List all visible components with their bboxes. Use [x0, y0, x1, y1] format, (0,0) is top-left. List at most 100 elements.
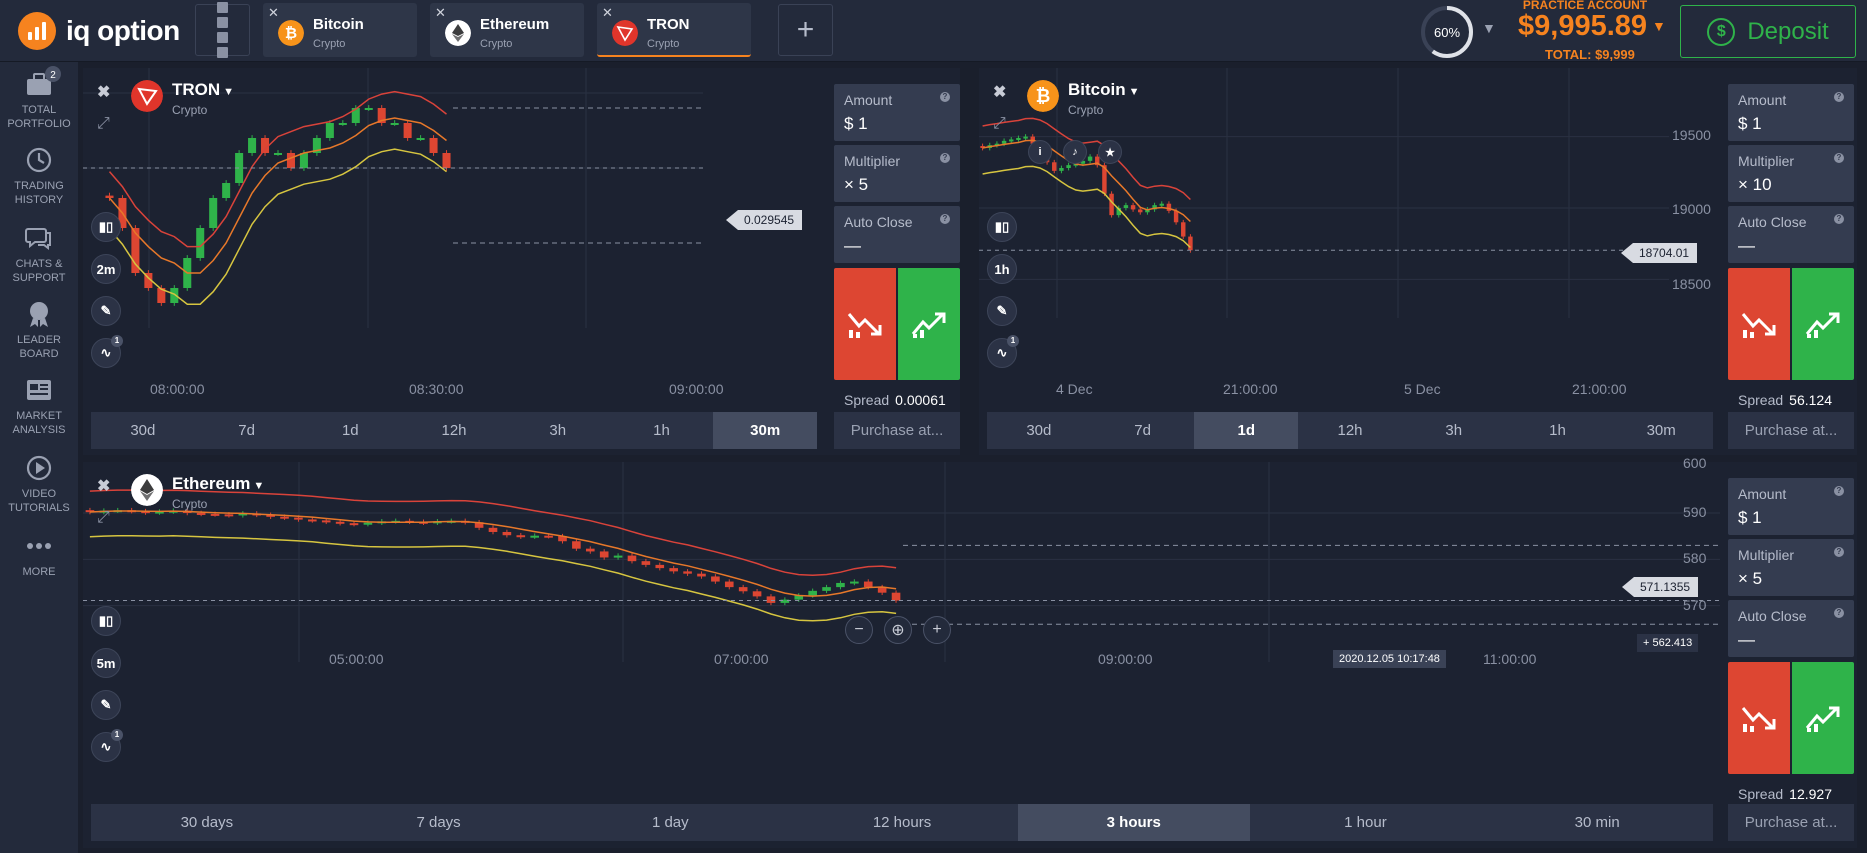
buy-button[interactable] [1792, 268, 1854, 380]
timeframe-7d[interactable]: 7d [195, 412, 299, 449]
indicators-button[interactable]: ∿ 1 [987, 335, 1019, 368]
tab-tron[interactable]: ✕ TRON Crypto [597, 3, 751, 57]
asset-selector[interactable]: Ethereum ▼ Crypto [131, 474, 264, 511]
timeframe-30d[interactable]: 30d [987, 412, 1091, 449]
chevron-down-icon[interactable]: ▼ [1482, 20, 1496, 36]
sell-button[interactable] [834, 268, 896, 380]
sidebar-item-more[interactable]: MORE [0, 532, 78, 579]
zoom-in-button[interactable]: + [923, 616, 951, 644]
recenter-button[interactable]: ⊕ [884, 616, 912, 644]
draw-tool-button[interactable]: ✎ [91, 690, 121, 720]
chart-area[interactable] [979, 68, 1720, 408]
multiplier-field[interactable]: Multiplier × 5 ? [1728, 539, 1854, 596]
timeframe-1h[interactable]: 1h [610, 412, 714, 449]
expand-icon[interactable]: ⤢ [993, 115, 1006, 133]
help-icon[interactable]: ? [1834, 214, 1844, 224]
add-tab-button[interactable]: + [778, 4, 833, 56]
purchase-at-button[interactable]: Purchase at... [1728, 412, 1854, 449]
help-icon[interactable]: ? [1834, 608, 1844, 618]
timeframe-3h[interactable]: 3h [1402, 412, 1506, 449]
draw-tool-button[interactable]: ✎ [987, 296, 1017, 326]
close-icon[interactable]: ✖ [993, 82, 1006, 102]
sidebar-item-market-analysis[interactable]: MARKET ANALYSIS [0, 376, 78, 437]
info-button[interactable]: i [1028, 140, 1052, 164]
chart-area[interactable] [83, 68, 824, 408]
amount-field[interactable]: Amount $ 1 ? [834, 84, 960, 141]
draw-tool-button[interactable]: ✎ [91, 296, 121, 326]
buy-button[interactable] [898, 268, 960, 380]
sidebar-item-portfolio[interactable]: 2 TOTAL PORTFOLIO [0, 66, 78, 131]
timeframe-12h[interactable]: 12h [402, 412, 506, 449]
close-icon[interactable]: ✕ [268, 5, 279, 21]
auto-close-field[interactable]: Auto Close — ? [1728, 206, 1854, 263]
help-icon[interactable]: ? [940, 153, 950, 163]
tab-ethereum[interactable]: ✕ Ethereum Crypto [430, 3, 584, 57]
interval-button[interactable]: 1h [987, 254, 1017, 284]
chart-type-button[interactable]: ▮▯ [91, 212, 121, 242]
candlestick-chart-bitcoin[interactable] [979, 68, 1720, 408]
help-icon[interactable]: ? [940, 92, 950, 102]
timeframe-30d[interactable]: 30d [91, 412, 195, 449]
indicators-button[interactable]: ∿ 1 [91, 335, 123, 368]
timeframe-1-day[interactable]: 1 day [554, 804, 786, 841]
timeframe-30m[interactable]: 30m [713, 412, 818, 449]
help-icon[interactable]: ? [1834, 92, 1844, 102]
sidebar-item-history[interactable]: TRADING HISTORY [0, 146, 78, 207]
help-icon[interactable]: ? [1834, 486, 1844, 496]
close-icon[interactable]: ✖ [97, 476, 110, 496]
purchase-at-button[interactable]: Purchase at... [1728, 804, 1854, 841]
sell-button[interactable] [1728, 662, 1790, 774]
timeframe-1h[interactable]: 1h [1506, 412, 1610, 449]
expand-icon[interactable]: ⤢ [97, 509, 110, 527]
candlestick-chart-tron[interactable] [83, 68, 824, 408]
auto-close-field[interactable]: Auto Close — ? [834, 206, 960, 263]
layout-grid-button[interactable] [195, 2, 250, 58]
asset-selector[interactable]: TRON ▼ Crypto [131, 80, 234, 117]
sidebar-item-chats[interactable]: CHATS & SUPPORT [0, 224, 78, 285]
favorite-button[interactable]: ★ [1098, 140, 1122, 164]
chart-type-button[interactable]: ▮▯ [91, 606, 121, 636]
help-icon[interactable]: ? [940, 214, 950, 224]
tab-bitcoin[interactable]: ✕ ₿ Bitcoin Crypto [263, 3, 417, 57]
close-icon[interactable]: ✕ [602, 5, 613, 21]
amount-field[interactable]: Amount $ 1 ? [1728, 84, 1854, 141]
close-icon[interactable]: ✖ [97, 82, 110, 102]
interval-button[interactable]: 2m [91, 254, 121, 284]
account-balance[interactable]: $9,995.89 [1518, 10, 1647, 43]
multiplier-field[interactable]: Multiplier × 5 ? [834, 145, 960, 202]
asset-selector[interactable]: ₿ Bitcoin ▼ Crypto [1027, 80, 1140, 117]
chevron-down-icon[interactable]: ▼ [1652, 18, 1666, 34]
timeframe-30-min[interactable]: 30 min [1481, 804, 1713, 841]
sidebar-item-leaderboard[interactable]: LEADER BOARD [0, 300, 78, 361]
logo[interactable]: iq option [18, 12, 180, 50]
timeframe-1-hour[interactable]: 1 hour [1250, 804, 1482, 841]
deposit-button[interactable]: $ Deposit [1680, 5, 1856, 58]
zoom-out-button[interactable]: − [845, 616, 873, 644]
timeframe-30-days[interactable]: 30 days [91, 804, 323, 841]
bell-icon: ♪ [1072, 146, 1078, 158]
help-icon[interactable]: ? [1834, 153, 1844, 163]
timeframe-7-days[interactable]: 7 days [323, 804, 555, 841]
timeframe-30m[interactable]: 30m [1609, 412, 1713, 449]
timeframe-1d[interactable]: 1d [298, 412, 402, 449]
multiplier-field[interactable]: Multiplier × 10 ? [1728, 145, 1854, 202]
sidebar-item-tutorials[interactable]: VIDEO TUTORIALS [0, 454, 78, 515]
buy-button[interactable] [1792, 662, 1854, 774]
expand-icon[interactable]: ⤢ [97, 115, 110, 133]
purchase-at-button[interactable]: Purchase at... [834, 412, 960, 449]
indicators-button[interactable]: ∿ 1 [91, 729, 123, 762]
timeframe-3-hours[interactable]: 3 hours [1017, 804, 1250, 841]
timeframe-12-hours[interactable]: 12 hours [786, 804, 1018, 841]
alert-button[interactable]: ♪ [1063, 140, 1087, 164]
amount-field[interactable]: Amount $ 1 ? [1728, 478, 1854, 535]
chart-type-button[interactable]: ▮▯ [987, 212, 1017, 242]
close-icon[interactable]: ✕ [435, 5, 446, 21]
interval-button[interactable]: 5m [91, 648, 121, 678]
timeframe-7d[interactable]: 7d [1091, 412, 1195, 449]
timeframe-12h[interactable]: 12h [1298, 412, 1402, 449]
sell-button[interactable] [1728, 268, 1790, 380]
timeframe-1d[interactable]: 1d [1194, 412, 1299, 449]
timeframe-3h[interactable]: 3h [506, 412, 610, 449]
auto-close-field[interactable]: Auto Close — ? [1728, 600, 1854, 657]
help-icon[interactable]: ? [1834, 547, 1844, 557]
